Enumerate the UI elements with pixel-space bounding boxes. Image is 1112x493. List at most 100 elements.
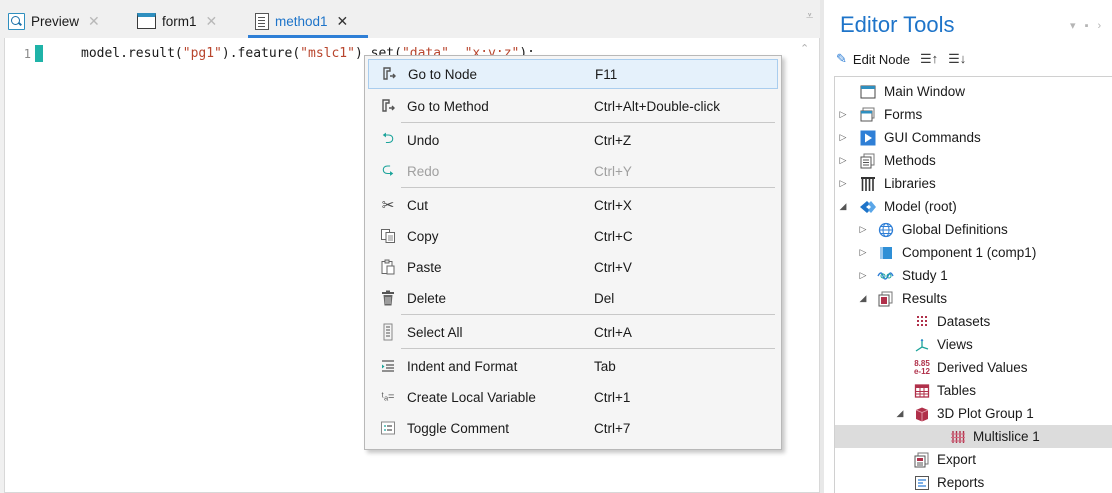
menu-item-indent-and-format[interactable]: Indent and Format Tab	[368, 351, 778, 381]
tree-item-tables[interactable]: Tables	[835, 379, 1112, 402]
menu-item-shortcut: Del	[594, 290, 615, 306]
paste-icon	[378, 257, 398, 277]
menu-item-shortcut: Ctrl+1	[594, 389, 631, 405]
tree-item-methods[interactable]: ▷ Methods	[835, 149, 1112, 172]
tree-item-3d-plot-group-1[interactable]: ◢ 3D Plot Group 1	[835, 402, 1112, 425]
tree-item-derived-values[interactable]: 8.85 e-12 Derived Values	[835, 356, 1112, 379]
menu-item-paste[interactable]: Paste Ctrl+V	[368, 252, 778, 282]
gui-commands-icon	[859, 129, 877, 147]
tree-item-views[interactable]: Views	[835, 333, 1112, 356]
menu-item-create-local-variable[interactable]: ᵗₐ= Create Local Variable Ctrl+1	[368, 382, 778, 412]
editor-tab-bar: Preview ✕ form1 ✕ method1 ✕ ⩡	[0, 0, 820, 38]
expand-arrow-icon[interactable]: ▷	[858, 247, 868, 258]
menu-item-shortcut: Ctrl+A	[594, 324, 632, 340]
model-root-icon	[859, 198, 877, 216]
menu-item-label: Cut	[407, 197, 429, 213]
tree-item-model-root[interactable]: ◢ Model (root)	[835, 195, 1112, 218]
menu-item-label: Delete	[407, 290, 447, 306]
menu-separator	[401, 314, 775, 315]
tree-item-gui-commands[interactable]: ▷ GUI Commands	[835, 126, 1112, 149]
expand-arrow-icon[interactable]: ▷	[858, 224, 868, 235]
menu-item-shortcut: Ctrl+Y	[594, 163, 632, 179]
menu-item-select-all[interactable]: Select All Ctrl+A	[368, 317, 778, 347]
goto-method-icon	[378, 96, 398, 116]
tables-icon	[913, 382, 931, 400]
menu-item-shortcut: Ctrl+7	[594, 420, 631, 436]
menu-item-redo[interactable]: ⮎ Redo Ctrl+Y	[368, 156, 778, 186]
pin-icon[interactable]: ▾ ▪ ›	[1070, 19, 1104, 32]
goto-node-icon	[379, 64, 399, 84]
reports-icon	[913, 474, 931, 492]
tree-item-main-window[interactable]: Main Window	[835, 80, 1112, 103]
line-number: 1	[23, 47, 31, 61]
code-string-token: "mslc1"	[300, 46, 355, 61]
context-menu: Go to Node F11 Go to Method Ctrl+Alt+Dou…	[364, 55, 782, 450]
tab-label: Preview	[31, 13, 80, 29]
tree-item-label: Derived Values	[937, 360, 1028, 375]
editor-tools-toolbar: ✎ Edit Node ☰↑ ☰↓	[836, 48, 966, 70]
tree-item-label: Libraries	[884, 176, 936, 191]
collapse-arrow-icon[interactable]: ◢	[895, 408, 905, 419]
menu-item-undo[interactable]: ⮌ Undo Ctrl+Z	[368, 125, 778, 155]
methods-icon	[859, 152, 877, 170]
menu-item-label: Create Local Variable	[407, 389, 536, 405]
tree-item-reports[interactable]: Reports	[835, 471, 1112, 493]
menu-item-shortcut: Ctrl+Alt+Double-click	[594, 98, 721, 114]
menu-item-cut[interactable]: ✂ Cut Ctrl+X	[368, 190, 778, 220]
expand-arrow-icon[interactable]: ▷	[838, 132, 848, 143]
menu-item-copy[interactable]: Copy Ctrl+C	[368, 221, 778, 251]
export-icon	[913, 451, 931, 469]
tree-item-study-1[interactable]: ▷ Study 1	[835, 264, 1112, 287]
copy-icon	[378, 226, 398, 246]
tree-item-label: Model (root)	[884, 199, 957, 214]
tree-item-label: Study 1	[902, 268, 948, 283]
close-icon[interactable]: ✕	[88, 13, 100, 30]
tab-preview[interactable]: Preview ✕	[8, 9, 100, 33]
menu-item-shortcut: Tab	[594, 358, 616, 374]
tree-item-label: Results	[902, 291, 948, 306]
tree-item-label: GUI Commands	[884, 130, 981, 145]
expand-arrow-icon[interactable]: ▷	[838, 155, 848, 166]
expand-arrow-icon[interactable]: ▷	[838, 178, 848, 189]
code-string-token: "pg1"	[182, 46, 222, 61]
plot-group-icon	[913, 405, 931, 423]
tree-item-label: Reports	[937, 475, 985, 490]
magnifier-preview-icon	[8, 12, 25, 30]
tree-item-component-1[interactable]: ▷ Component 1 (comp1)	[835, 241, 1112, 264]
collapse-arrow-icon[interactable]: ◢	[838, 201, 848, 212]
edit-node-button[interactable]: Edit Node	[853, 52, 910, 67]
tree-item-results[interactable]: ◢ Results	[835, 287, 1112, 310]
tree-item-export[interactable]: Export	[835, 448, 1112, 471]
menu-item-label: Paste	[407, 259, 442, 275]
menu-item-toggle-comment[interactable]: Toggle Comment Ctrl+7	[368, 413, 778, 443]
tree-item-label: Global Definitions	[902, 222, 1008, 237]
tree-item-multislice-1[interactable]: Multislice 1	[835, 425, 1112, 448]
tree-item-global-definitions[interactable]: ▷ Global Definitions	[835, 218, 1112, 241]
sort-up-icon[interactable]: ☰↑	[920, 51, 938, 67]
menu-item-label: Undo	[407, 132, 440, 148]
menu-item-label: Select All	[407, 324, 463, 340]
close-icon[interactable]: ✕	[206, 13, 218, 30]
close-icon[interactable]: ✕	[337, 13, 349, 30]
menu-item-go-to-node[interactable]: Go to Node F11	[368, 59, 778, 89]
tree-item-label: Methods	[884, 153, 936, 168]
tree-item-forms[interactable]: ▷ Forms	[835, 103, 1112, 126]
tree-item-label: 3D Plot Group 1	[937, 406, 1034, 421]
tab-form1[interactable]: form1 ✕	[137, 9, 217, 33]
tree-item-libraries[interactable]: ▷ Libraries	[835, 172, 1112, 195]
menu-item-label: Redo	[407, 163, 440, 179]
derived-values-icon: 8.85 e-12	[913, 358, 930, 376]
tab-label: form1	[162, 13, 197, 29]
collapse-arrow-icon[interactable]: ◢	[858, 293, 868, 304]
menu-item-go-to-method[interactable]: Go to Method Ctrl+Alt+Double-click	[368, 91, 778, 121]
expand-arrow-icon[interactable]: ▷	[858, 270, 868, 281]
menu-item-delete[interactable]: Delete Del	[368, 283, 778, 313]
tree-item-datasets[interactable]: Datasets	[835, 310, 1112, 333]
tab-list-menu-icon[interactable]: ⩡	[806, 8, 813, 24]
scroll-up-icon[interactable]: ⌃	[800, 42, 809, 55]
expand-arrow-icon[interactable]: ▷	[838, 109, 848, 120]
tab-method1[interactable]: method1 ✕	[255, 9, 348, 33]
tree-item-label: Tables	[937, 383, 977, 398]
sort-down-icon[interactable]: ☰↓	[948, 51, 966, 67]
menu-item-shortcut: Ctrl+Z	[594, 132, 632, 148]
